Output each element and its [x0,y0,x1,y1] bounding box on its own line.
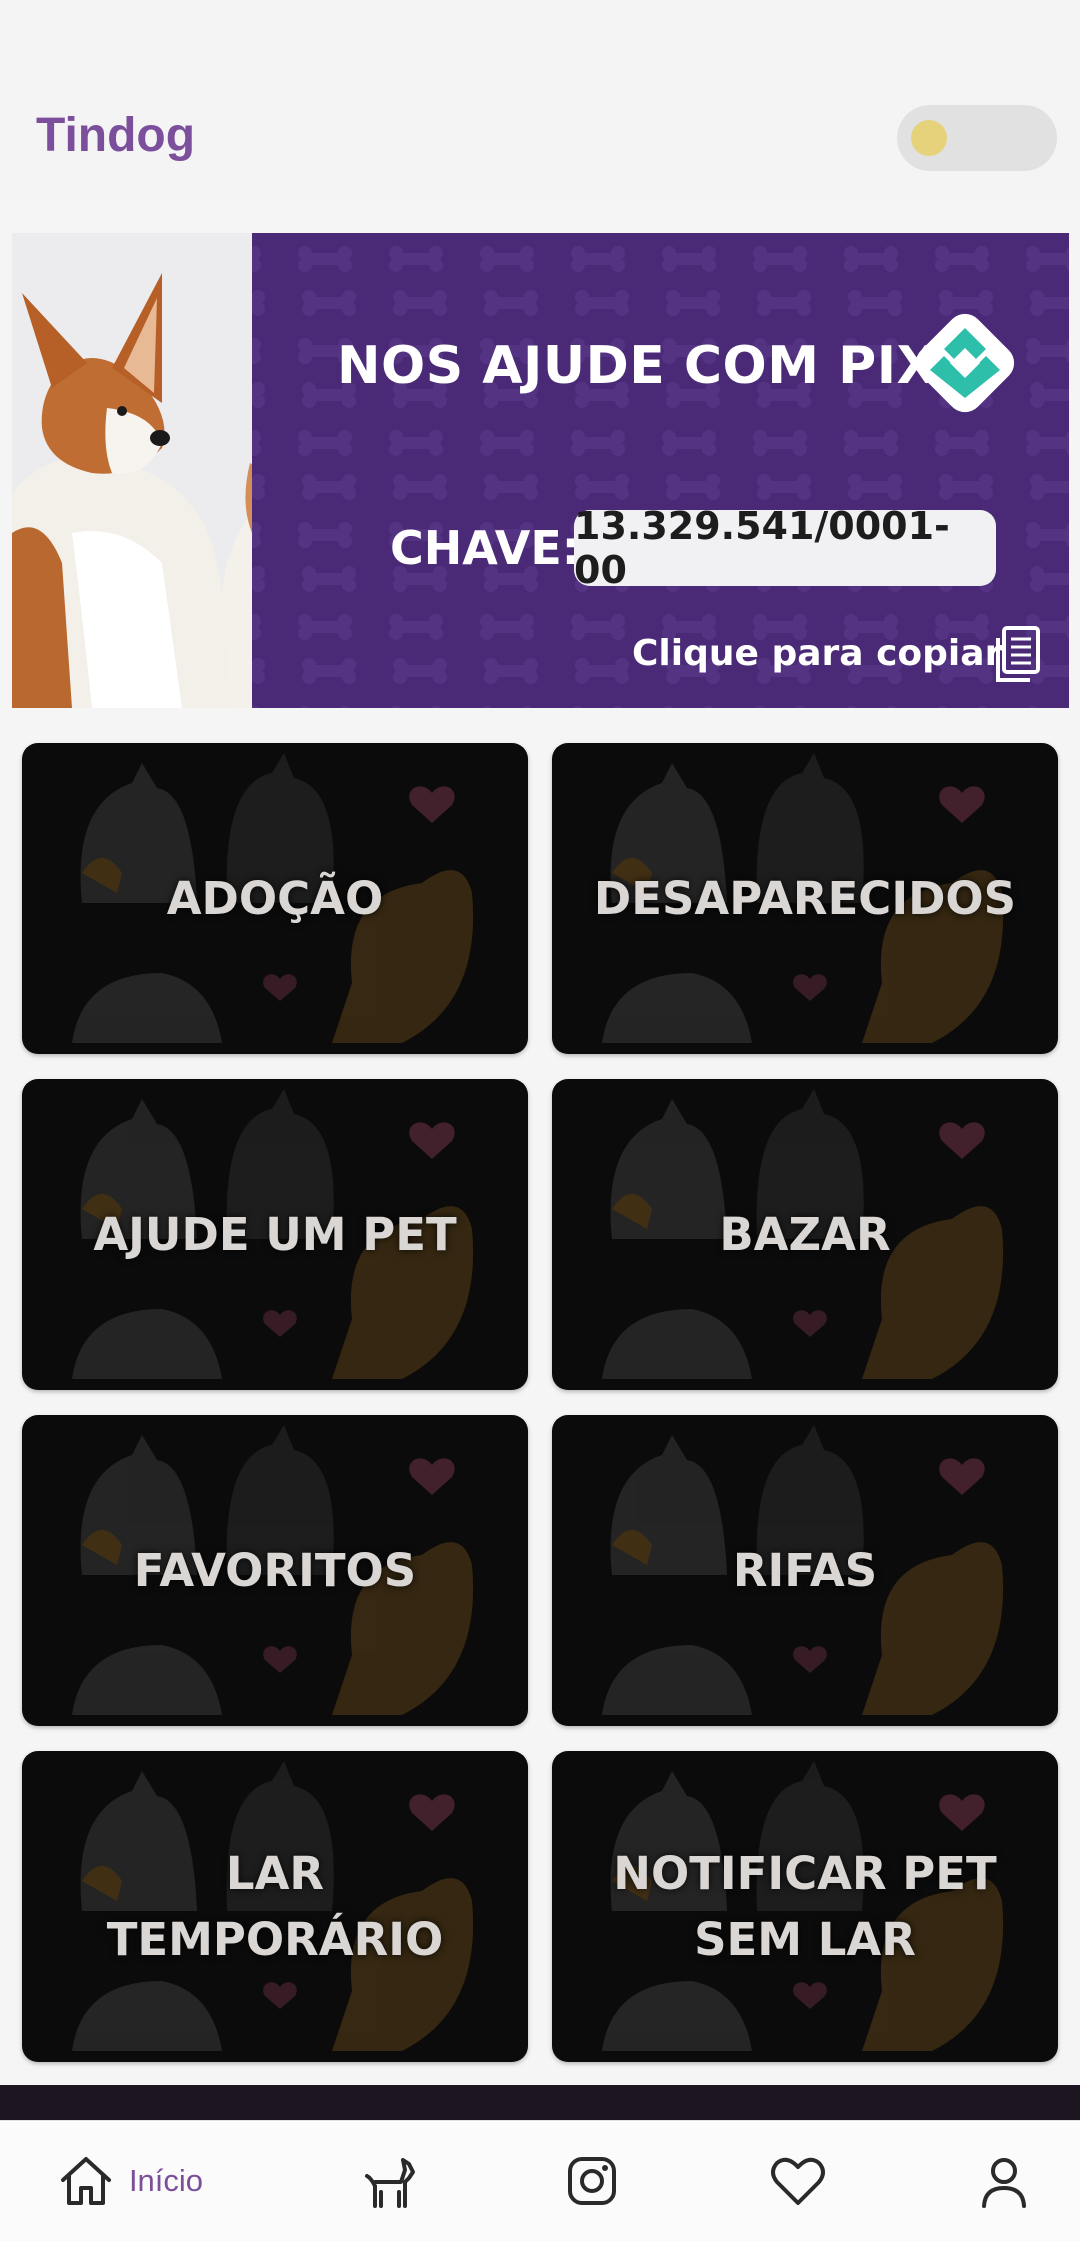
pix-donation-banner[interactable]: NOS AJUDE COM PIX! CHAVE: 13.329.541/000… [12,233,1069,708]
tile-notificar-pet-sem-lar[interactable]: NOTIFICAR PET SEM LAR [552,1751,1058,2062]
tile-label: DESAPARECIDOS [593,871,1017,925]
theme-toggle-knob [911,120,947,156]
tile-desaparecidos[interactable]: DESAPARECIDOS [552,743,1058,1054]
nav-item-perfil[interactable] [954,2121,1054,2241]
next-section-peek [0,2085,1080,2121]
copy-hint[interactable]: Clique para copiar [632,633,1002,674]
dog-photo [12,233,274,708]
home-icon [60,2157,111,2205]
pix-key-label: CHAVE: [390,521,581,575]
tile-label: FAVORITOS [133,1543,417,1597]
theme-toggle[interactable] [897,105,1057,171]
pix-key-value[interactable]: 13.329.541/0001-00 [574,504,996,592]
instagram-icon [568,2157,616,2205]
dog-icon [365,2158,415,2208]
tile-rifas[interactable]: RIFAS [552,1415,1058,1726]
tile-ajude-um-pet[interactable]: AJUDE UM PET [22,1079,528,1390]
tile-label: AJUDE UM PET [93,1207,457,1261]
pix-logo-icon [915,313,1015,413]
banner-title: NOS AJUDE COM PIX! [337,336,962,396]
tile-label: RIFAS [732,1543,878,1597]
copy-icon[interactable] [992,626,1042,684]
tile-bazar[interactable]: BAZAR [552,1079,1058,1390]
profile-icon [982,2158,1026,2208]
tile-label: ADOÇÃO [166,871,384,925]
nav-item-inicio[interactable]: Início [40,2121,220,2241]
heart-icon [771,2157,825,2205]
nav-item-favoritos[interactable] [748,2121,848,2241]
tile-adocao[interactable]: ADOÇÃO [22,743,528,1054]
tile-label: LAR TEMPORÁRIO [106,1846,444,1966]
tile-label: BAZAR [719,1207,891,1261]
app-bar: Tindog [0,0,1080,200]
bottom-navigation: Início [0,2120,1080,2241]
nav-item-pets[interactable] [340,2121,440,2241]
nav-label-inicio: Início [128,2163,204,2198]
tile-favoritos[interactable]: FAVORITOS [22,1415,528,1726]
nav-item-instagram[interactable] [542,2121,642,2241]
app-title: Tindog [36,109,196,162]
tile-label: NOTIFICAR PET SEM LAR [613,1846,997,1966]
tile-lar-temporario[interactable]: LAR TEMPORÁRIO [22,1751,528,2062]
